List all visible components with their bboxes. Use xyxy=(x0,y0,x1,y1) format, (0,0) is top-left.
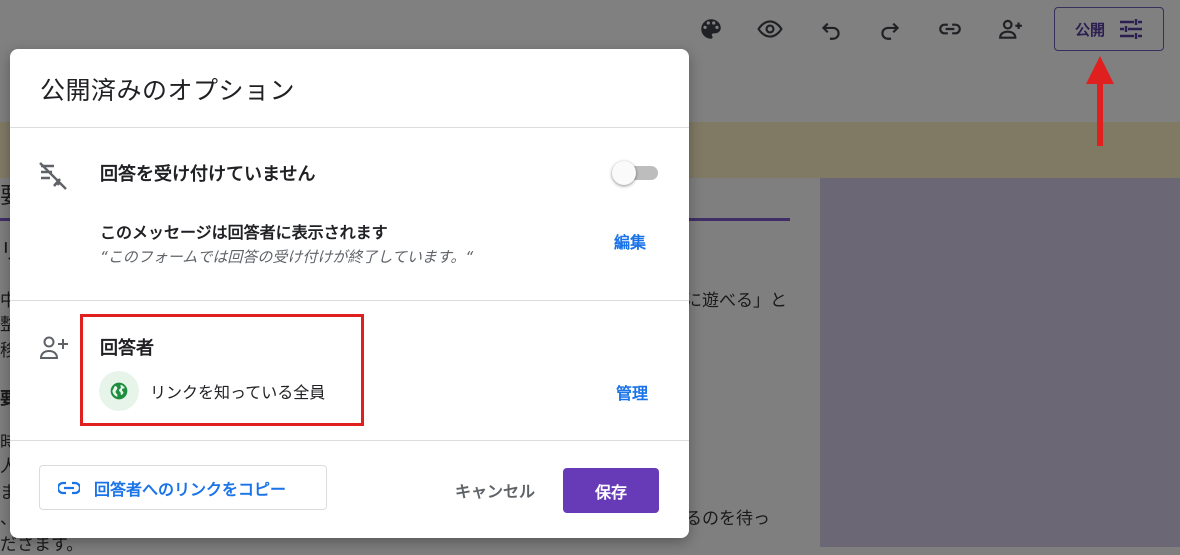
tune-icon xyxy=(1120,19,1142,39)
link-icon[interactable] xyxy=(935,14,965,44)
save-button[interactable]: 保存 xyxy=(563,468,659,513)
add-person-icon[interactable] xyxy=(996,14,1026,44)
edit-message-link[interactable]: 編集 xyxy=(614,229,646,253)
responses-off-icon xyxy=(39,162,67,190)
dialog-title: 公開済みのオプション xyxy=(40,76,296,105)
publish-options-dialog: 公開済みのオプション 回答を受け付けていません このメッセージは回答者に表示され… xyxy=(10,49,689,538)
link-icon xyxy=(58,481,80,494)
cancel-button[interactable]: キャンセル xyxy=(440,468,550,512)
undo-icon[interactable] xyxy=(816,14,846,44)
divider xyxy=(10,127,689,128)
annotation-arrow xyxy=(1086,56,1114,146)
bg-text-12: に遊べる」と xyxy=(685,291,787,311)
add-person-icon xyxy=(39,336,68,359)
palette-icon[interactable] xyxy=(696,14,726,44)
divider xyxy=(10,300,689,301)
accept-responses-toggle[interactable] xyxy=(612,161,658,185)
eye-icon[interactable] xyxy=(755,14,785,44)
annotation-highlight-box xyxy=(80,314,364,426)
publish-button[interactable]: 公開 xyxy=(1054,7,1164,51)
message-label: このメッセージは回答者に表示されます xyxy=(100,223,388,242)
side-panel xyxy=(820,178,1180,547)
responses-title: 回答を受け付けていません xyxy=(100,164,316,185)
copy-link-label: 回答者へのリンクをコピー xyxy=(94,479,287,499)
copy-link-button[interactable]: 回答者へのリンクをコピー xyxy=(39,465,327,510)
closed-message: “このフォームでは回答の受け付けが終了しています。“ xyxy=(100,248,474,266)
bg-text-13: るのを待っ xyxy=(685,509,770,529)
publish-label: 公開 xyxy=(1074,20,1105,39)
manage-respondents-link[interactable]: 管理 xyxy=(616,380,648,404)
toggle-thumb xyxy=(612,161,636,185)
divider xyxy=(10,440,689,441)
redo-icon[interactable] xyxy=(875,14,905,44)
